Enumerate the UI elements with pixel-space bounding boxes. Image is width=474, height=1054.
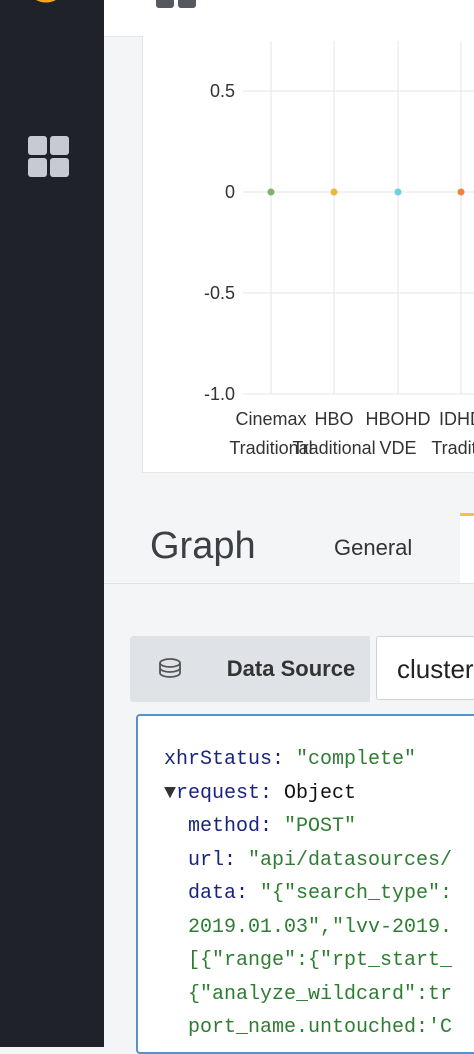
panel-grid-icon[interactable] [156, 0, 198, 10]
inspector-key: data: [188, 882, 249, 905]
query-inspector: xhrStatus: "complete" ▼request: Object met… [136, 714, 474, 1054]
data-source-label: Data Source [212, 636, 370, 702]
inspector-value: "complete" [284, 748, 417, 771]
editor-tabs: Graph General [104, 513, 474, 584]
inspector-value: "api/datasources/ [236, 848, 453, 872]
inspector-value: 2019.01.03","lvv-2019. [188, 915, 453, 939]
x-category-label-line2: Traditio [431, 438, 474, 458]
database-icon [159, 658, 181, 678]
inspector-line: xhrStatus: "complete" [164, 748, 416, 771]
data-source-select[interactable]: cluster [376, 636, 474, 700]
x-category-label: Cinemax [235, 409, 306, 429]
tab-metrics-active[interactable] [460, 513, 474, 583]
inspector-line: 2019.01.03","lvv-2019. [188, 916, 452, 939]
inspector-line: data: "{"search_type": [188, 882, 452, 905]
dashboards-grid-icon[interactable] [28, 136, 72, 180]
y-tick-label: -0.5 [204, 283, 235, 303]
x-category-label-line2: Traditional [292, 438, 375, 458]
inspector-key: xhrStatus: [164, 748, 285, 771]
y-tick-label: 0 [225, 182, 235, 202]
inspector-line: method: "POST" [188, 815, 356, 838]
scatter-chart: 0.5 0 -0.5 -1.0Cinemax Traditional HBO Traditi… [204, 41, 474, 458]
inspector-line: {"analyze_wildcard":tr [188, 983, 452, 1006]
database-button[interactable] [130, 636, 212, 702]
data-point[interactable] [267, 188, 275, 196]
data-point[interactable] [394, 188, 402, 196]
top-navbar [104, 0, 474, 37]
data-point[interactable] [457, 188, 465, 196]
inspector-value: [{"range":{"rpt_start_ [188, 949, 453, 972]
inspector-line: [{"range":{"rpt_start_ [188, 949, 452, 972]
inspector-value: "{"search_type": [248, 882, 453, 905]
inspector-line: port_name.untouched:'C [188, 1016, 452, 1039]
x-category-label: HBO [314, 409, 353, 429]
inspector-key: request: [176, 781, 273, 805]
inspector-key: method: [188, 815, 273, 838]
data-point[interactable] [330, 188, 338, 196]
main-content: 0.5 0 -0.5 -1.0 Cinemax Traditional HBO Traditi… [104, 0, 474, 1054]
inspector-line: ▼request: Object [164, 782, 356, 805]
inspector-value: "POST" [272, 815, 357, 838]
inspector-key: url: [188, 848, 237, 872]
x-category-label-line2: VDE [379, 438, 416, 458]
inspector-line: url: "api/datasources/ [188, 849, 452, 872]
inspector-value: Object [272, 781, 357, 805]
panel-type-title: Graph [150, 525, 256, 567]
data-source-row: Data Source cluster [130, 636, 474, 702]
sidebar [0, 0, 104, 1047]
inspector-value: {"analyze_wildcard":tr [188, 982, 453, 1006]
expand-toggle-icon[interactable]: ▼ [164, 782, 176, 805]
grafana-logo-icon[interactable] [20, 0, 72, 18]
x-category-label: IDHD [439, 409, 474, 429]
x-category-label: HBOHD [365, 409, 430, 429]
y-tick-label: 0.5 [210, 81, 235, 101]
y-tick-label: -1.0 [204, 384, 235, 404]
inspector-value: port_name.untouched:'C [188, 1016, 453, 1039]
chart-panel: 0.5 0 -0.5 -1.0 Cinemax Traditional HBO Traditi… [142, 36, 474, 473]
tab-general[interactable]: General [334, 535, 412, 561]
